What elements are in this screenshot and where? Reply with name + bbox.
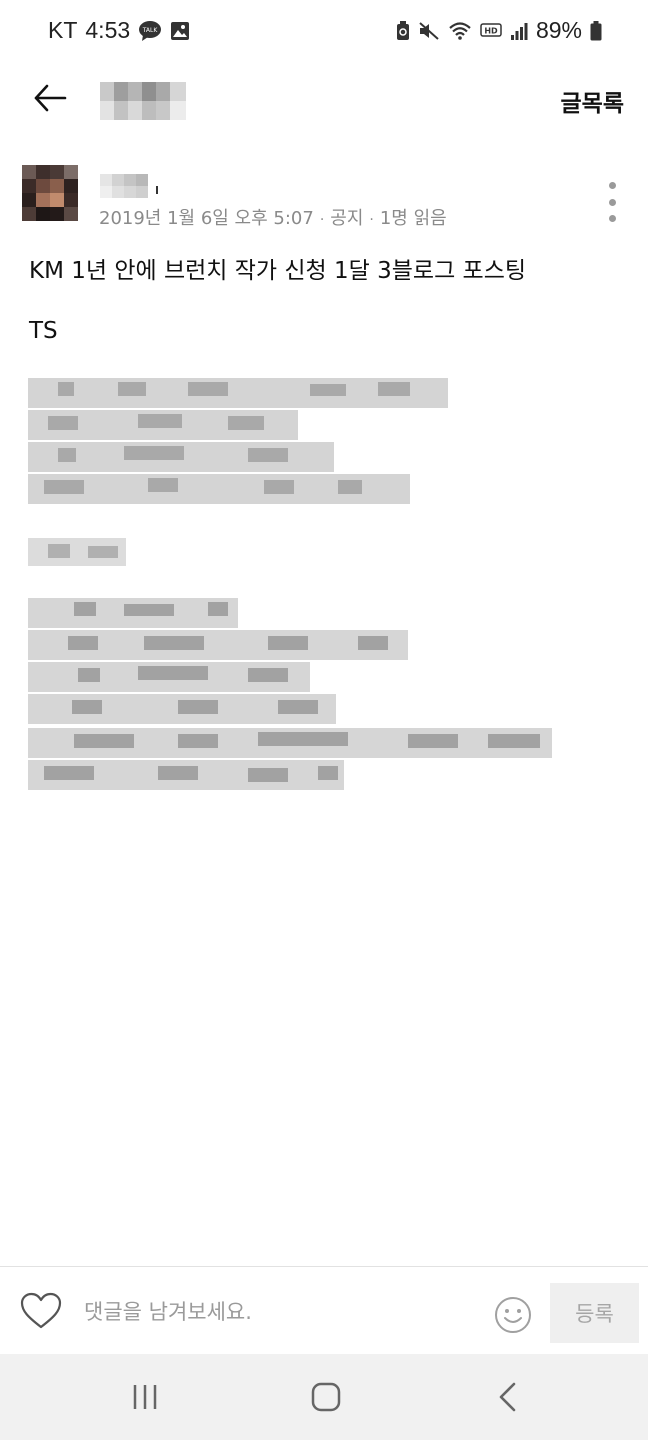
like-button[interactable]: [20, 1292, 62, 1330]
more-vert-icon: [608, 182, 616, 189]
home-button[interactable]: [306, 1380, 346, 1414]
blurred-author-name[interactable]: [100, 168, 162, 200]
carrier-label: KT: [48, 17, 78, 43]
arrow-left-icon: [34, 84, 67, 112]
clock: 4:53: [85, 17, 131, 43]
meta-separator: ·: [319, 212, 325, 228]
post-tag-line: TS: [29, 318, 58, 344]
post-title: KM 1년 안에 브런치 작가 신청 1달 3블로그 포스팅: [29, 258, 527, 284]
post-meta: 2019년 1월 6일 오후 5:07 · 공지 · 1명 읽음: [99, 204, 447, 230]
back-button[interactable]: [28, 78, 72, 118]
more-vert-icon-dot: [608, 198, 616, 206]
smiley-icon: [495, 1297, 531, 1333]
top-bar: 글목록: [0, 62, 648, 134]
blurred-post-body: [28, 374, 568, 804]
battery-saver-icon: [396, 20, 410, 41]
post-date: 2019년 1월 6일 오후 5:07: [99, 208, 314, 229]
kakaotalk-icon: TALK: [138, 20, 162, 42]
more-options-button[interactable]: [604, 182, 620, 222]
post-read-count: 1명 읽음: [379, 208, 447, 229]
status-bar: KT 4:53 TALK HD 89%: [0, 0, 648, 60]
home-icon: [311, 1382, 341, 1412]
wifi-icon: [448, 21, 472, 41]
back-icon: [499, 1382, 516, 1412]
hd-icon: HD: [480, 22, 502, 40]
system-back-button[interactable]: [488, 1380, 528, 1414]
meta-separator: ·: [369, 212, 374, 228]
recent-apps-icon: [133, 1385, 157, 1409]
comment-input[interactable]: [82, 1291, 476, 1333]
mute-icon: [418, 21, 440, 41]
status-left: KT 4:53 TALK: [48, 17, 190, 44]
battery-icon: [590, 20, 602, 41]
submit-comment-button[interactable]: 등록: [550, 1283, 639, 1343]
svg-text:TALK: TALK: [142, 27, 159, 34]
system-nav-bar: [0, 1354, 648, 1440]
emoji-button[interactable]: [494, 1296, 532, 1334]
post-header: 2019년 1월 6일 오후 5:07 · 공지 · 1명 읽음: [0, 160, 648, 240]
post-list-button[interactable]: 글목록: [561, 84, 624, 118]
more-vert-icon-dot: [608, 215, 616, 222]
author-avatar[interactable]: [22, 165, 78, 221]
post-category: 공지: [330, 208, 364, 229]
comment-bar: 등록: [0, 1266, 648, 1355]
battery-percent: 89%: [535, 17, 582, 43]
recent-apps-button[interactable]: [125, 1380, 165, 1414]
heart-icon: [20, 1292, 62, 1329]
signal-icon: [510, 21, 528, 41]
svg-text:HD: HD: [484, 26, 498, 35]
image-icon: [170, 21, 190, 41]
blurred-cafe-title: [100, 82, 186, 120]
status-right: HD 89%: [396, 17, 602, 44]
